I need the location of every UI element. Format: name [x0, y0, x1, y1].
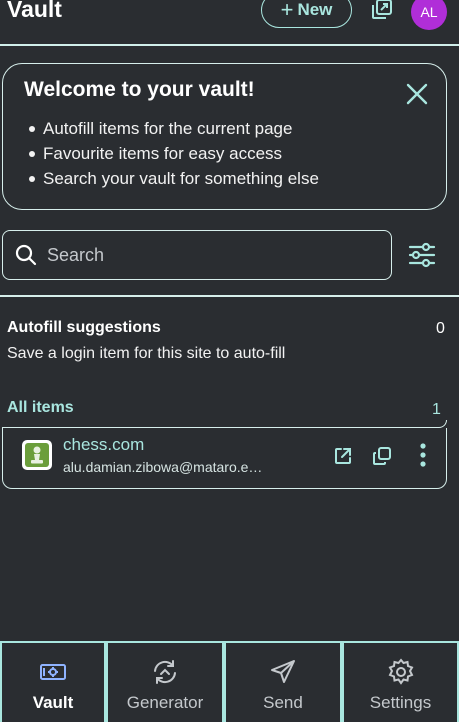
chess-pawn-icon: [22, 440, 52, 470]
avatar[interactable]: AL: [411, 0, 447, 30]
all-items-heading: All items: [7, 399, 74, 416]
list-item[interactable]: chess.com alu.damian.zibowa@mataro.e…: [2, 428, 447, 489]
header: Vault + New AL: [0, 0, 459, 46]
filter-icon[interactable]: [408, 241, 436, 269]
gear-icon: [388, 658, 413, 685]
bottom-nav: Vault Generator Send Settings: [0, 641, 459, 722]
item-username: alu.damian.zibowa@mataro.e…: [63, 459, 263, 475]
all-items-divider: [2, 420, 447, 428]
launch-icon[interactable]: [333, 446, 353, 466]
welcome-list: Autofill items for the current page Favo…: [25, 116, 319, 191]
search-box: [2, 230, 392, 280]
search-input[interactable]: [47, 241, 377, 269]
copy-icon[interactable]: [372, 446, 392, 466]
more-options-icon[interactable]: [413, 442, 433, 468]
item-name[interactable]: chess.com: [63, 435, 144, 455]
plus-icon: +: [280, 0, 294, 22]
tab-settings[interactable]: Settings: [342, 643, 459, 722]
vault-popup: Vault + New AL Welcome to your vault! Au…: [0, 0, 459, 722]
popout-icon[interactable]: [371, 0, 393, 20]
tab-settings-label: Settings: [369, 693, 432, 712]
welcome-bullet: Favourite items for easy access: [25, 141, 319, 166]
autofill-suggestions-heading: Autofill suggestions: [7, 319, 161, 336]
tab-send-label: Send: [263, 693, 303, 712]
tab-vault-label: Vault: [32, 693, 74, 712]
divider: [0, 295, 459, 297]
send-icon: [271, 660, 295, 683]
generator-icon: [154, 660, 176, 684]
autofill-count: 0: [436, 320, 445, 337]
welcome-card: Welcome to your vault! Autofill items fo…: [2, 63, 447, 210]
all-items-count: 1: [432, 401, 441, 418]
welcome-bullet: Search your vault for something else: [25, 166, 319, 191]
close-icon[interactable]: [404, 81, 430, 107]
tab-vault[interactable]: Vault: [0, 643, 106, 722]
new-button-label: New: [297, 0, 333, 19]
autofill-description: Save a login item for this site to auto-…: [7, 345, 286, 362]
welcome-title: Welcome to your vault!: [24, 78, 255, 101]
page-title: Vault: [7, 0, 62, 22]
new-item-button[interactable]: + New: [261, 0, 352, 28]
tab-generator[interactable]: Generator: [106, 643, 224, 722]
search-icon: [15, 244, 37, 266]
tab-generator-label: Generator: [126, 693, 204, 712]
tab-send[interactable]: Send: [224, 643, 342, 722]
vault-icon: [40, 664, 66, 680]
welcome-bullet: Autofill items for the current page: [25, 116, 319, 141]
